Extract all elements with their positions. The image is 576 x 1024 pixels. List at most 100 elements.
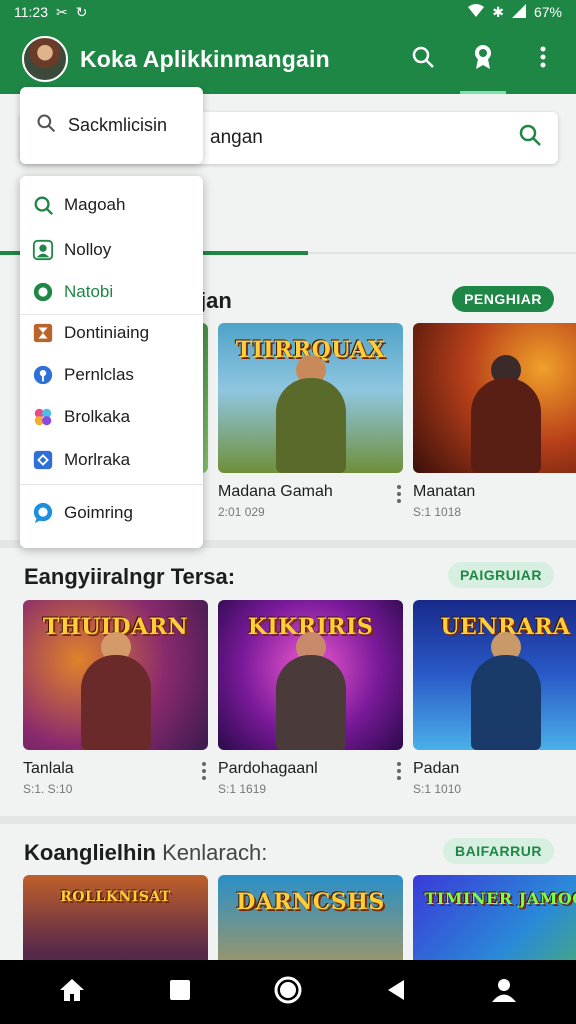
achievements-button[interactable] <box>460 44 506 94</box>
more-options-icon[interactable] <box>397 485 401 506</box>
menu-search-label: Sackmlicisin <box>68 115 168 135</box>
menu-item-label: Magoah <box>64 195 126 214</box>
menu-item-brolkaka[interactable]: Brolkaka <box>20 398 203 436</box>
game-thumbnail: UENRARA <box>413 600 576 750</box>
dropdown-menu: Magoah Nolloy Natobi Dontiniaing Pernlcl… <box>20 176 203 548</box>
search-button[interactable] <box>408 44 438 74</box>
person-icon <box>491 977 517 1008</box>
app-bar: Koka Aplikkinmangain <box>0 24 576 94</box>
character-art <box>470 378 541 473</box>
search-badge-icon <box>32 194 54 216</box>
location-icon <box>32 364 54 386</box>
recents-button[interactable] <box>160 972 200 1012</box>
character-art <box>470 655 541 750</box>
game-title: Padan <box>413 760 460 777</box>
game-banner: TIMINER JAMOO <box>424 889 576 908</box>
game-card[interactable]: Manatan S:1 1018 <box>413 323 576 519</box>
palette-icon <box>32 406 54 428</box>
menu-item-label: Goimring <box>64 503 133 522</box>
battery-level: 67% <box>533 4 562 20</box>
character-art <box>80 655 151 750</box>
section-more-button[interactable]: PENGHIAR <box>452 286 554 312</box>
home-circle-button[interactable] <box>268 972 308 1012</box>
search-icon <box>36 113 56 138</box>
user-icon <box>32 239 54 261</box>
section-new: Koanglielhin Kenlarach: BAIFARRUR ROLLKN… <box>0 834 576 1024</box>
section-title: Eangyiiralngr Tersa: <box>24 564 236 589</box>
menu-search-field[interactable]: Sackmlicisin <box>20 87 203 164</box>
menu-item-nolloy[interactable]: Nolloy <box>20 231 203 269</box>
menu-item-morlraka[interactable]: Morlraka <box>20 441 203 479</box>
back-button[interactable] <box>376 972 416 1012</box>
section-popular: Eangyiiralngr Tersa: PAIGRUIAR THUIDARN … <box>0 558 576 808</box>
menu-item-label: Morlraka <box>64 450 131 469</box>
avatar[interactable] <box>22 36 68 82</box>
search-icon[interactable] <box>518 123 542 153</box>
hourglass-icon <box>32 322 54 344</box>
status-bar: 11:23 ✂ ↻ ✱ 67% <box>0 0 576 24</box>
wifi-icon <box>468 3 485 21</box>
game-banner: ROLLKNISAT <box>60 889 171 905</box>
section-title-main: Koanglielhin <box>24 840 156 865</box>
section-more-button[interactable]: BAIFARRUR <box>443 838 554 864</box>
game-title: Manatan <box>413 483 476 500</box>
message-icon <box>32 502 54 524</box>
game-title: Madana Gamah <box>218 483 333 500</box>
badge-icon <box>471 44 495 75</box>
vibrate-icon: ✱ <box>492 3 504 20</box>
home-icon <box>59 978 85 1007</box>
game-banner: DARNCSHS <box>236 889 385 915</box>
puzzle-icon <box>32 449 54 471</box>
square-icon <box>169 979 191 1006</box>
section-more-button[interactable]: PAIGRUIAR <box>447 562 554 588</box>
section-title-sub: Kenlarach: <box>162 840 268 865</box>
game-meta: S:1 1619 <box>218 782 267 796</box>
menu-item-magoah[interactable]: Magoah <box>20 186 203 224</box>
section-title: Koanglielhin Kenlarach: <box>24 840 267 866</box>
bottom-navigation <box>0 960 576 1024</box>
status-time: 11:23 <box>14 4 48 20</box>
game-card[interactable]: KIKRIRIS Pardohagaanl S:1 1619 <box>218 600 403 796</box>
character-art <box>275 378 346 473</box>
profile-button[interactable] <box>484 972 524 1012</box>
menu-item-label: Brolkaka <box>64 407 131 426</box>
menu-divider <box>20 484 203 485</box>
menu-item-dontiniaing[interactable]: Dontiniaing <box>20 314 203 352</box>
game-thumbnail: KIKRIRIS <box>218 600 403 750</box>
menu-item-label: Dontiniaing <box>64 323 150 342</box>
overflow-menu-button[interactable] <box>528 44 558 74</box>
game-meta: S:1. S:10 <box>23 782 73 796</box>
more-vert-icon <box>540 46 546 73</box>
game-title: Tanlala <box>23 760 74 777</box>
home-button[interactable] <box>52 972 92 1012</box>
character-art <box>275 655 346 750</box>
search-icon <box>411 45 435 74</box>
menu-item-goimring[interactable]: Goimring <box>20 494 203 532</box>
search-input[interactable]: angan <box>210 127 263 149</box>
game-meta: S:1 1010 <box>413 782 462 796</box>
menu-item-label: Natobi <box>64 282 114 301</box>
more-options-icon[interactable] <box>202 762 206 783</box>
game-thumbnail: THUIDARN <box>23 600 208 750</box>
back-triangle-icon <box>386 979 406 1006</box>
menu-item-natobi[interactable]: Natobi <box>20 273 203 311</box>
menu-item-label: Nolloy <box>64 240 112 259</box>
menu-item-label: Pernlclas <box>64 365 134 384</box>
game-title: Pardohagaanl <box>218 760 318 777</box>
app-title: Koka Aplikkinmangain <box>80 45 330 72</box>
game-card[interactable]: UENRARA Padan S:1 1010 <box>413 600 576 796</box>
tools-icon: ✂ <box>56 3 68 20</box>
signal-icon <box>511 3 526 21</box>
game-thumbnail: TIIRRQUAX <box>218 323 403 473</box>
section-divider <box>0 816 576 824</box>
chat-icon <box>32 281 54 303</box>
menu-item-pernlclas[interactable]: Pernlclas <box>20 356 203 394</box>
game-meta: 2:01 029 <box>218 505 265 519</box>
circle-icon <box>273 975 303 1010</box>
game-thumbnail <box>413 323 576 473</box>
game-card[interactable]: THUIDARN Tanlala S:1. S:10 <box>23 600 208 796</box>
sync-icon: ↻ <box>75 3 88 20</box>
more-options-icon[interactable] <box>397 762 401 783</box>
game-card[interactable]: TIIRRQUAX Madana Gamah 2:01 029 <box>218 323 403 519</box>
game-meta: S:1 1018 <box>413 505 462 519</box>
